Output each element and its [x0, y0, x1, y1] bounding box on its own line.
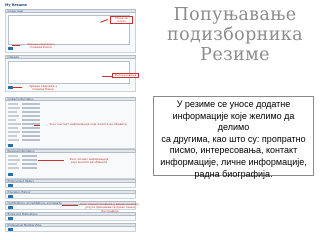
annotation-personal-note: Унос личних информација које желите да о…	[69, 157, 109, 165]
annotation-career-note: Поље за посао	[115, 15, 128, 23]
annotation-interests-save: Чување садржаја у пољима блока	[28, 84, 58, 92]
personal-field[interactable]	[22, 158, 37, 161]
annotation-arrow	[62, 205, 78, 206]
annotation-arrow	[34, 124, 40, 126]
contact-field[interactable]	[22, 106, 40, 109]
annotation-arrow	[12, 45, 20, 46]
save-button[interactable]	[8, 173, 13, 176]
contact-field[interactable]	[22, 130, 40, 133]
annotation-arrow	[102, 75, 112, 77]
annotation-career-save: Чување садржаја у пољима блока	[26, 42, 56, 50]
save-button[interactable]	[8, 144, 13, 147]
add-button[interactable]	[8, 195, 13, 198]
contact-field[interactable]	[22, 118, 40, 121]
contact-field[interactable]	[22, 114, 40, 117]
section-employment-history: Employment History	[5, 179, 136, 188]
page-label: My Resume	[5, 3, 27, 7]
contact-field[interactable]	[22, 134, 40, 137]
save-button[interactable]	[8, 47, 13, 50]
section-education-history: Education History	[5, 190, 136, 199]
annotation-arrow	[38, 160, 64, 161]
add-button[interactable]	[8, 206, 13, 209]
annotation-interests-note: Интересовања	[114, 72, 137, 77]
section-books-publications: Books and Publications	[5, 212, 136, 221]
annotation-contact-note: Унос контакт информација које желите да …	[49, 122, 127, 126]
annotation-misc-note: Унос личних профила у вашем резимеу, усл…	[80, 202, 140, 213]
personal-field[interactable]	[22, 154, 37, 157]
contact-field[interactable]	[22, 102, 40, 105]
annotation-arrow	[12, 87, 22, 88]
add-button[interactable]	[8, 184, 13, 187]
personal-field[interactable]	[22, 162, 37, 165]
section-professional-memberships: Professional Memberships	[5, 223, 136, 232]
add-button[interactable]	[8, 228, 13, 231]
contact-field[interactable]	[22, 110, 40, 113]
slide-title: Попуњавање подизборника Резиме	[167, 5, 303, 65]
slide-description: У резиме се уносе додатне информације ко…	[153, 96, 314, 179]
add-button[interactable]	[8, 217, 13, 220]
resume-screenshot: My Resume Career Goal Interests Contact …	[4, 3, 144, 237]
contact-field[interactable]	[22, 138, 40, 141]
contact-field[interactable]	[22, 126, 40, 129]
personal-field[interactable]	[22, 166, 37, 169]
